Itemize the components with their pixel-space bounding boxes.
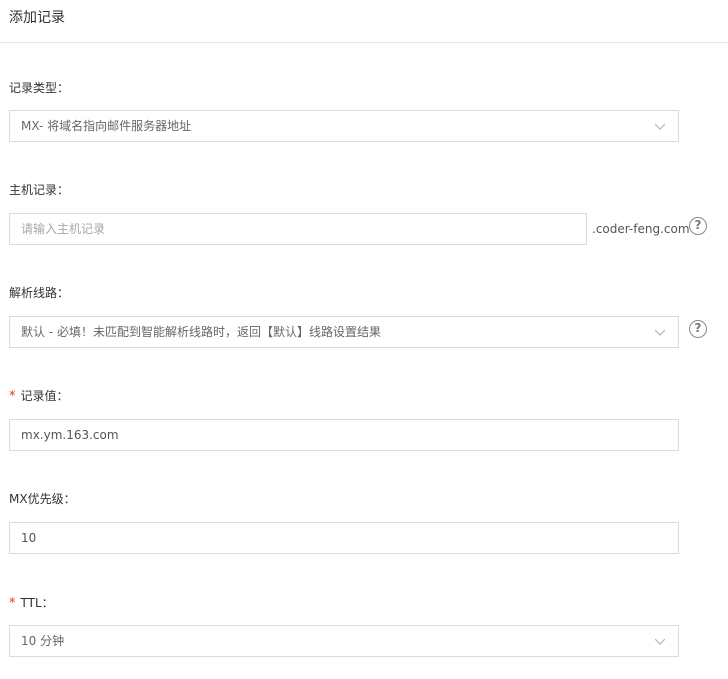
question-circle-icon[interactable]: ? [689, 217, 707, 235]
record-type-select[interactable]: MX- 将域名指向邮件服务器地址 [9, 110, 679, 142]
record-value-label: 记录值： [20, 389, 69, 403]
record-value-input[interactable]: mx.ym.163.com [9, 419, 679, 451]
mx-priority-field: MX优先级： [9, 491, 76, 507]
chevron-down-icon [655, 638, 665, 645]
mx-priority-label: MX优先级： [9, 492, 76, 506]
required-marker: * [9, 596, 16, 611]
record-value-label-wrap: * 记录值： [9, 388, 69, 404]
add-record-dialog: 添加记录 记录类型： MX- 将域名指向邮件服务器地址 主机记录： 请输入主机记… [0, 0, 728, 679]
mx-priority-input[interactable]: 10 [9, 522, 679, 554]
host-field: 主机记录： [9, 182, 69, 198]
domain-suffix: .coder-feng.com [592, 222, 690, 236]
ttl-field: * TTL： [9, 595, 54, 611]
line-select[interactable]: 默认 - 必填！未匹配到智能解析线路时，返回【默认】线路设置结果 [9, 316, 679, 348]
record-type-label: 记录类型： [9, 81, 70, 95]
ttl-select[interactable]: 10 分钟 [9, 625, 679, 657]
host-label: 主机记录： [9, 183, 70, 197]
required-marker: * [9, 389, 16, 404]
ttl-value: 10 分钟 [21, 634, 65, 648]
dialog-title: 添加记录 [9, 10, 65, 26]
record-type-field: 记录类型： [9, 80, 69, 96]
chevron-down-icon [655, 329, 665, 336]
ttl-label: TTL： [20, 596, 54, 610]
record-value-text: mx.ym.163.com [21, 428, 119, 442]
dialog-header: 添加记录 [0, 0, 728, 43]
host-placeholder: 请输入主机记录 [21, 222, 106, 236]
record-value-field: * 记录值： [9, 388, 69, 404]
host-input[interactable]: 请输入主机记录 [9, 213, 587, 245]
question-circle-icon[interactable]: ? [689, 320, 707, 338]
mx-priority-value: 10 [21, 531, 37, 545]
chevron-down-icon [655, 123, 665, 130]
line-field: 解析线路： [9, 285, 69, 301]
ttl-label-wrap: * TTL： [9, 595, 54, 611]
line-value: 默认 - 必填！未匹配到智能解析线路时，返回【默认】线路设置结果 [21, 325, 381, 339]
line-label: 解析线路： [9, 286, 70, 300]
record-type-value: MX- 将域名指向邮件服务器地址 [21, 119, 192, 133]
